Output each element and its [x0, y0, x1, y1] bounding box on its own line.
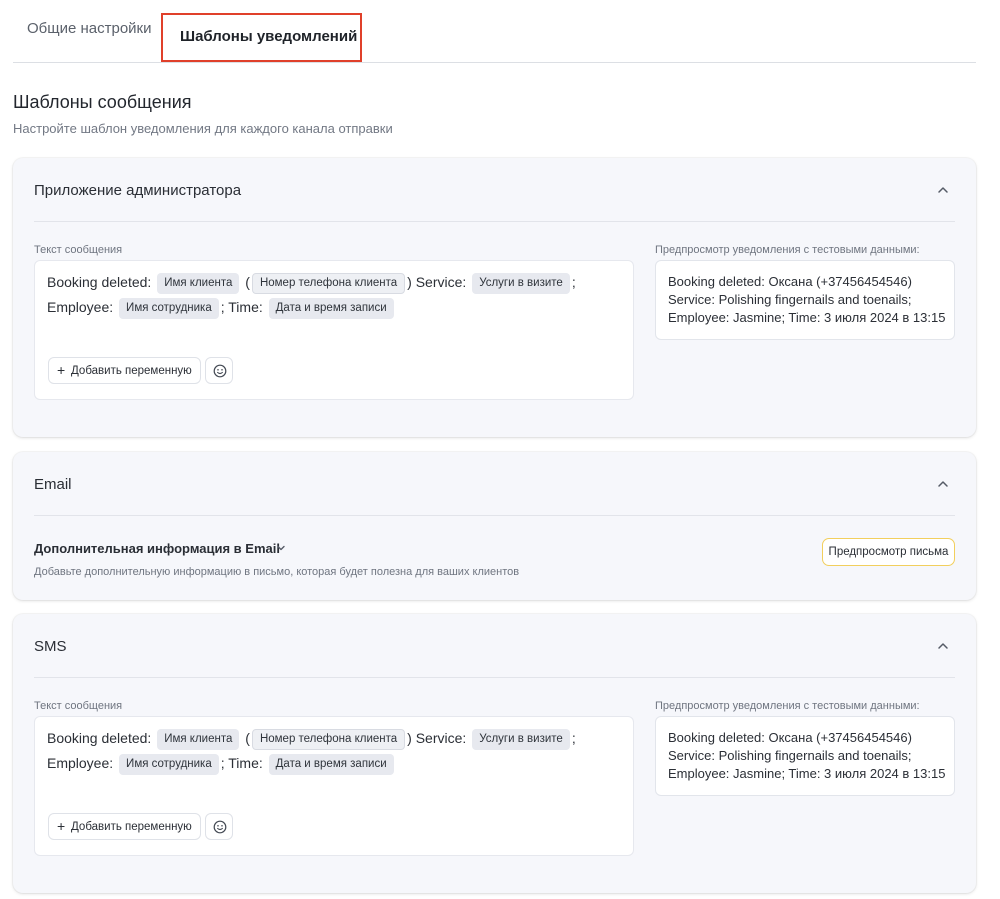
variable-chip-datetime[interactable]: Дата и время записи [268, 753, 394, 775]
message-template-editor[interactable]: Booking deleted: Имя клиента (Номер теле… [34, 260, 634, 400]
plus-icon: + [57, 362, 66, 378]
sms-card: SMS Текст сообщения Предпросмотр уведомл… [13, 614, 976, 893]
sms-card-title: SMS [34, 638, 67, 655]
message-template-editor[interactable]: Booking deleted: Имя клиента (Номер теле… [34, 716, 634, 856]
template-text[interactable]: Booking deleted: Имя клиента (Номер теле… [47, 270, 619, 319]
smiley-icon [213, 820, 227, 834]
tab-bar: Общие настройки Шаблоны уведомлений [13, 0, 976, 63]
preview-label: Предпросмотр уведомления с тестовыми дан… [655, 700, 920, 712]
chevron-up-icon[interactable] [935, 638, 951, 654]
page-title: Шаблоны сообщения [13, 92, 192, 112]
email-additional-info-toggle[interactable]: Дополнительная информация в Email [34, 541, 280, 556]
variable-chip-client-name[interactable]: Имя клиента [157, 273, 240, 294]
emoji-button[interactable] [205, 357, 233, 384]
admin-app-card: Приложение администратора Текст сообщени… [13, 158, 976, 437]
message-text-label: Текст сообщения [34, 244, 123, 256]
template-text-segment: ) Service: [407, 730, 467, 746]
variable-chip-datetime[interactable]: Дата и время записи [268, 297, 394, 319]
template-text-segment: ) Service: [407, 274, 467, 290]
plus-icon: + [57, 818, 66, 834]
variable-chip-employee[interactable]: Имя сотрудника [119, 753, 219, 775]
variable-chip-client-phone[interactable]: Номер телефона клиента [251, 273, 406, 294]
chevron-up-icon[interactable] [935, 182, 951, 198]
email-card-header[interactable]: Email [34, 452, 955, 516]
template-text-segment: ( [245, 274, 250, 290]
tab-general-settings[interactable]: Общие настройки [27, 0, 152, 60]
template-text[interactable]: Booking deleted: Имя клиента (Номер теле… [47, 726, 619, 775]
variable-chip-client-phone[interactable]: Номер телефона клиента [251, 729, 406, 750]
preview-line: Service: Polishing fingernails and toena… [668, 292, 912, 307]
emoji-button[interactable] [205, 813, 233, 840]
preview-label: Предпросмотр уведомления с тестовыми дан… [655, 244, 920, 256]
template-text-segment: Booking deleted: [47, 274, 152, 290]
template-text-segment: Booking deleted: [47, 730, 152, 746]
preview-text: Booking deleted: Оксана (+37456454546) S… [668, 729, 946, 783]
add-variable-label: Добавить переменную [71, 365, 192, 377]
smiley-icon [213, 364, 227, 378]
message-text-label: Текст сообщения [34, 700, 123, 712]
preview-line: Employee: Jasmine; Time: 3 июля 2024 в 1… [668, 766, 946, 781]
sms-card-header[interactable]: SMS [34, 614, 955, 678]
template-text-segment: ; Time: [220, 298, 263, 315]
notification-preview: Booking deleted: Оксана (+37456454546) S… [655, 716, 955, 796]
chevron-down-icon[interactable] [275, 542, 287, 554]
add-variable-label: Добавить переменную [71, 821, 192, 833]
preview-line: Service: Polishing fingernails and toena… [668, 748, 912, 763]
add-variable-button[interactable]: + Добавить переменную [48, 357, 201, 384]
page-subtitle: Настройте шаблон уведомления для каждого… [13, 121, 393, 136]
email-card-title: Email [34, 476, 72, 493]
template-text-segment: ( [245, 730, 250, 746]
preview-text: Booking deleted: Оксана (+37456454546) S… [668, 273, 946, 327]
email-preview-button[interactable]: Предпросмотр письма [822, 538, 955, 566]
admin-card-header[interactable]: Приложение администратора [34, 158, 955, 222]
variable-chip-services[interactable]: Услуги в визите [472, 729, 570, 750]
variable-chip-employee[interactable]: Имя сотрудника [119, 297, 219, 319]
notification-preview: Booking deleted: Оксана (+37456454546) S… [655, 260, 955, 340]
chevron-up-icon[interactable] [935, 476, 951, 492]
variable-chip-services[interactable]: Услуги в визите [472, 273, 570, 294]
preview-line: Booking deleted: Оксана (+37456454546) [668, 730, 912, 745]
add-variable-button[interactable]: + Добавить переменную [48, 813, 201, 840]
tab-notification-templates[interactable]: Шаблоны уведомлений [161, 13, 362, 62]
template-text-segment: ; Time: [220, 754, 263, 771]
email-card: Email Дополнительная информация в Email … [13, 452, 976, 600]
preview-line: Booking deleted: Оксана (+37456454546) [668, 274, 912, 289]
admin-card-title: Приложение администратора [34, 182, 242, 199]
variable-chip-client-name[interactable]: Имя клиента [157, 729, 240, 750]
email-additional-info-description: Добавьте дополнительную информацию в пис… [34, 566, 520, 578]
preview-line: Employee: Jasmine; Time: 3 июля 2024 в 1… [668, 310, 946, 325]
